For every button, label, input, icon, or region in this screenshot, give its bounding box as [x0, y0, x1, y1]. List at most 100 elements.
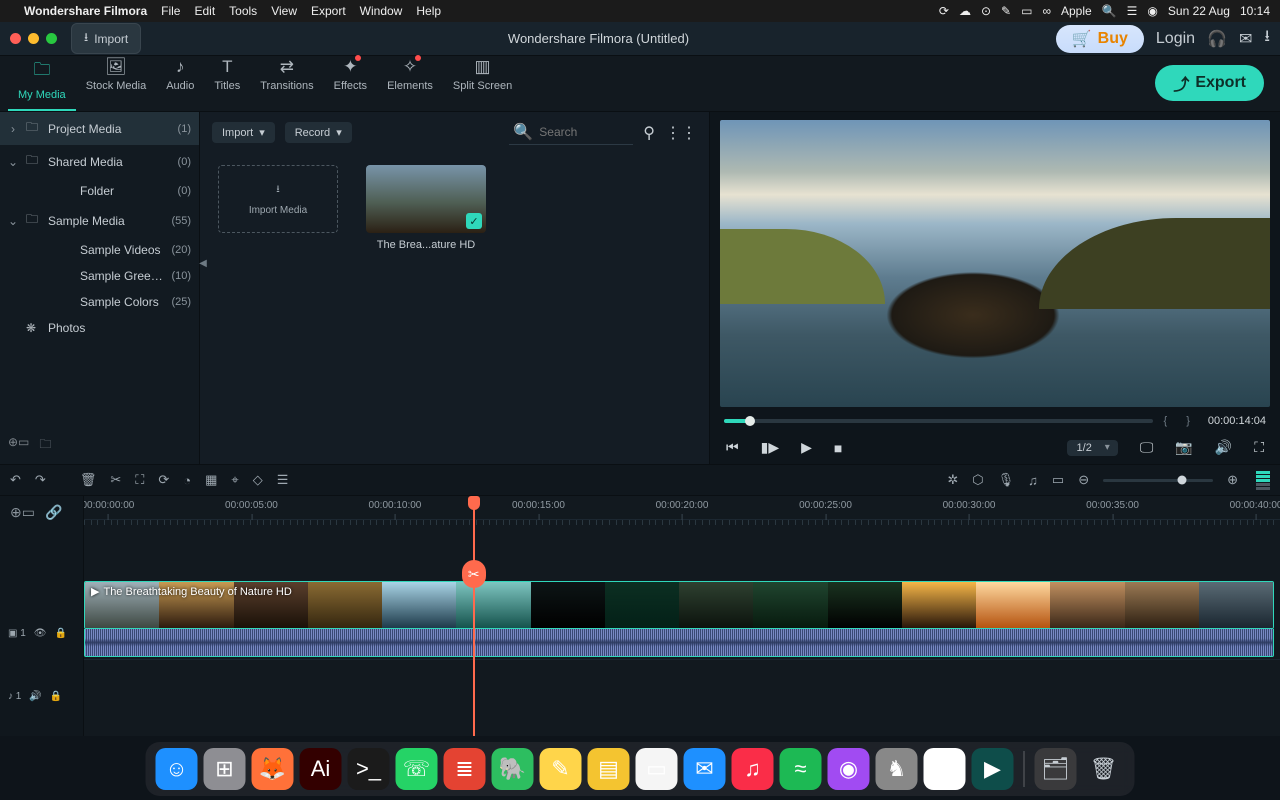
import-dropdown[interactable]: Import▾ — [212, 122, 275, 143]
adjust-button[interactable]: ☰ — [277, 472, 289, 488]
tab-split-screen[interactable]: ▥Split Screen — [443, 51, 522, 111]
support-icon[interactable]: 🎧 — [1207, 29, 1227, 49]
split-button[interactable]: ✂ — [110, 472, 121, 488]
search-field[interactable]: 🔍 — [509, 120, 633, 145]
tab-effects[interactable]: ✦Effects — [324, 51, 377, 111]
sidebar-item-sample-colors[interactable]: Sample Colors(25) — [0, 289, 199, 315]
voiceover-icon[interactable]: 🎙 — [998, 472, 1015, 488]
stop-button[interactable]: ■ — [834, 440, 842, 456]
media-clip-thumb[interactable]: ✓ The Brea...ature HD — [366, 165, 486, 251]
dock-app-terminal[interactable]: >_ — [348, 748, 390, 790]
mute-icon[interactable]: 🔊 — [29, 691, 41, 702]
dock-app-firefox[interactable]: 🦊 — [252, 748, 294, 790]
sidebar-item-folder[interactable]: Folder(0) — [0, 178, 199, 204]
export-button[interactable]: ⤴ Export — [1155, 65, 1264, 101]
speed-tool-button[interactable]: ⟳ — [158, 472, 169, 488]
display-settings-icon[interactable]: 🖵 — [1140, 439, 1154, 456]
lock-icon[interactable]: 🔒 — [55, 628, 67, 639]
dock-app-notes[interactable]: ✎ — [540, 748, 582, 790]
visibility-icon[interactable]: 👁 — [34, 628, 47, 639]
grid-view-icon[interactable]: ⋮⋮ — [665, 123, 697, 143]
dock-app-podcasts[interactable]: ◉ — [828, 748, 870, 790]
sidebar-item-sample-green-scr-[interactable]: Sample Green Scr...(10) — [0, 263, 199, 289]
sidebar-collapse-handle[interactable]: ◀ — [196, 252, 210, 274]
time-ruler[interactable]: 00:00:00:0000:00:05:0000:00:10:0000:00:1… — [84, 496, 1280, 520]
volume-icon[interactable]: 🔊 — [1215, 439, 1232, 456]
marker-icon[interactable]: ⬡ — [972, 472, 983, 488]
add-track-icon[interactable]: ⊕▭ — [10, 504, 35, 521]
play-button[interactable]: ▶ — [801, 439, 812, 456]
status-icon[interactable]: ⟳ — [939, 4, 949, 18]
tab-audio[interactable]: ♪Audio — [156, 51, 204, 111]
snapshot-icon[interactable]: 📷 — [1175, 439, 1192, 456]
zoom-slider[interactable] — [1103, 479, 1213, 482]
render-preview-icon[interactable]: ✲ — [947, 472, 958, 488]
menubar-appname[interactable]: Wondershare Filmora — [24, 4, 147, 18]
fullscreen-icon[interactable]: ⛶ — [1254, 439, 1264, 456]
menu-export[interactable]: Export — [311, 4, 346, 18]
minimize-window-button[interactable] — [28, 33, 39, 44]
preview-viewport[interactable] — [720, 120, 1270, 407]
import-button[interactable]: ⭳ Import — [71, 23, 141, 54]
cloud-icon[interactable]: ☁ — [959, 4, 971, 18]
dock-app-libreoffice[interactable]: ▭ — [636, 748, 678, 790]
login-link[interactable]: Login — [1156, 30, 1195, 48]
sidebar-item-project-media[interactable]: ›🗀Project Media(1) — [0, 112, 199, 145]
playback-speed-select[interactable]: 1/2 — [1067, 440, 1118, 456]
sidebar-item-sample-media[interactable]: ⌄🗀Sample Media(55) — [0, 204, 199, 237]
timeline-clip[interactable]: ▶The Breathtaking Beauty of Nature HD — [84, 581, 1274, 629]
spotlight-icon[interactable]: 🔍 — [1102, 4, 1117, 18]
tab-elements[interactable]: ✧Elements — [377, 51, 443, 111]
menu-view[interactable]: View — [271, 4, 297, 18]
prev-frame-button[interactable]: ⏮ — [726, 439, 739, 456]
video-track-1[interactable]: ▶The Breathtaking Beauty of Nature HD — [84, 581, 1280, 629]
dock-app-finder[interactable]: ☺ — [156, 748, 198, 790]
dock-app-whatsapp[interactable]: ☏ — [396, 748, 438, 790]
mark-in-out-icon[interactable]: { } — [1163, 415, 1197, 427]
sidebar-item-photos[interactable]: ❋Photos — [0, 315, 199, 341]
menu-tools[interactable]: Tools — [229, 4, 257, 18]
dock-trash[interactable]: 🗑 — [1083, 748, 1125, 790]
play-status-icon[interactable]: ⊙ — [981, 4, 991, 18]
dock-app-illustrator[interactable]: Ai — [300, 748, 342, 790]
siri-icon[interactable]: ◉ — [1147, 4, 1157, 18]
dock-app-filmora[interactable]: ▶ — [972, 748, 1014, 790]
folder-icon[interactable]: 🗀 — [39, 435, 51, 456]
zoom-in-button[interactable]: ⊕ — [1227, 472, 1238, 488]
dock-app-stickies[interactable]: ▤ — [588, 748, 630, 790]
step-back-button[interactable]: ▮▶ — [761, 439, 779, 456]
tab-my-media[interactable]: 🗀My Media — [8, 51, 76, 111]
dock-app-music[interactable]: ♫ — [732, 748, 774, 790]
delete-button[interactable]: 🗑 — [80, 472, 97, 488]
motion-tracking-button[interactable]: ⌖ — [231, 472, 238, 488]
search-input[interactable] — [539, 125, 629, 139]
filter-icon[interactable]: ⚲ — [643, 123, 655, 143]
audio-mixer-icon[interactable]: ♫ — [1028, 473, 1038, 488]
timeline-canvas[interactable]: 00:00:00:0000:00:05:0000:00:10:0000:00:1… — [84, 496, 1280, 736]
close-window-button[interactable] — [10, 33, 21, 44]
scissors-icon[interactable]: ✂ — [462, 560, 486, 588]
pin-icon[interactable]: ✎ — [1001, 4, 1011, 18]
video-track-header[interactable]: ▣ 1 👁 🔒 — [0, 594, 83, 672]
account-label[interactable]: Apple — [1061, 4, 1092, 18]
maximize-window-button[interactable] — [46, 33, 57, 44]
color-tool-button[interactable]: ◔ — [183, 473, 191, 488]
crop-button[interactable]: ⛶ — [135, 472, 144, 488]
new-bin-icon[interactable]: ⊕▭ — [8, 435, 29, 456]
dock-app-todoist[interactable]: ≣ — [444, 748, 486, 790]
clip-audio-waveform[interactable] — [84, 629, 1274, 657]
dock-app-launchpad[interactable]: ⊞ — [204, 748, 246, 790]
dock-downloads[interactable]: 🗂 — [1035, 748, 1077, 790]
buy-button[interactable]: 🛒 Buy — [1056, 25, 1144, 53]
download-icon[interactable]: ⭳ — [1264, 25, 1270, 52]
menu-window[interactable]: Window — [360, 4, 403, 18]
record-dropdown[interactable]: Record▾ — [285, 122, 352, 143]
date-label[interactable]: Sun 22 Aug — [1168, 4, 1230, 18]
dock-app-chrome[interactable]: ◐ — [924, 748, 966, 790]
dock-app-spotify[interactable]: ≈ — [780, 748, 822, 790]
audio-track-1[interactable] — [84, 659, 1280, 707]
control-center-icon[interactable]: ☰ — [1127, 4, 1138, 18]
messages-icon[interactable]: ✉ — [1239, 29, 1252, 49]
sidebar-item-sample-videos[interactable]: Sample Videos(20) — [0, 237, 199, 263]
undo-button[interactable]: ↶ — [10, 472, 21, 488]
